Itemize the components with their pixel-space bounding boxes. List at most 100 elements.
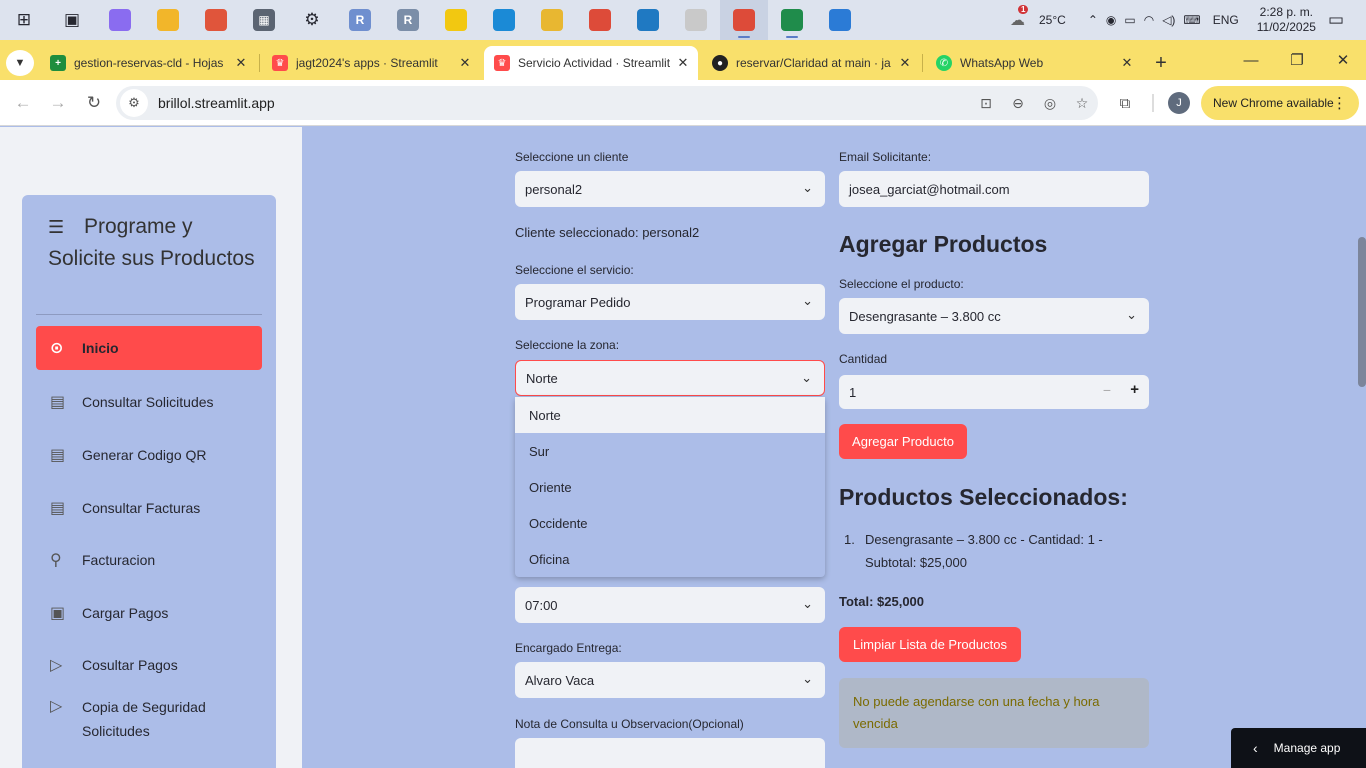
calendar-icon: ▤ — [50, 447, 66, 464]
zona-option-sur[interactable]: Sur — [515, 433, 825, 469]
sidebar-item-consultar-facturas[interactable]: ▤ Consultar Facturas — [36, 486, 262, 530]
taskbar-excel[interactable] — [768, 0, 816, 40]
tab-4[interactable]: ✆ WhatsApp Web ✕ — [926, 46, 1142, 80]
weather-badge: 1 — [1018, 5, 1029, 14]
zona-option-norte[interactable]: Norte — [515, 397, 825, 433]
taskbar-chrome-profile[interactable] — [720, 0, 768, 40]
new-tab-button[interactable]: + — [1146, 46, 1176, 80]
play-icon: ▷ — [50, 698, 63, 715]
language-indicator[interactable]: ENG — [1213, 13, 1239, 27]
taskbar-power-bi[interactable] — [432, 0, 480, 40]
taskbar-remote-desktop[interactable] — [816, 0, 864, 40]
address-bar[interactable]: ⚙ brillol.streamlit.app ⊡ ⊖ ◎ ☆ — [116, 86, 1098, 120]
profile-button[interactable]: J — [1166, 88, 1192, 118]
manage-app-button[interactable]: ‹ Manage app — [1231, 728, 1366, 768]
close-icon[interactable]: ✕ — [232, 55, 250, 71]
forward-button[interactable]: → — [43, 88, 73, 118]
encargado-select[interactable]: Alvaro Vaca ⌄ — [515, 662, 825, 698]
sidebar-item-facturacion[interactable]: ⚲ Facturacion — [36, 538, 262, 582]
zoom-icon[interactable]: ⊖ — [1002, 95, 1034, 112]
tab-search-button[interactable]: ▼ — [6, 50, 34, 76]
camera-icon[interactable]: ◉ — [1106, 13, 1116, 27]
sidebar-item-label: Cosultar Pagos — [82, 657, 178, 673]
limpiar-lista-button[interactable]: Limpiar Lista de Productos — [839, 627, 1021, 662]
taskbar-rstudio[interactable]: R — [384, 0, 432, 40]
zona-option-occidente[interactable]: Occidente — [515, 505, 825, 541]
arrow-right-icon: → — [49, 93, 67, 112]
volume-icon[interactable]: ◁) — [1162, 13, 1175, 27]
taskbar-clock-app[interactable] — [672, 0, 720, 40]
sidebar-title: ☰ Programe y Solicite sus Productos — [48, 211, 258, 275]
taskbar-edge[interactable] — [480, 0, 528, 40]
streamlit-icon: ♛ — [494, 55, 510, 71]
tab-1[interactable]: ♛ jagt2024's apps · Streamlit ✕ — [262, 46, 480, 80]
tab-3[interactable]: ● reservar/Claridad at main · ja ✕ — [702, 46, 920, 80]
bookmark-star-icon[interactable]: ☆ — [1066, 95, 1098, 112]
zona-option-oriente[interactable]: Oriente — [515, 469, 825, 505]
sidebar-item-label: Cargar Pagos — [82, 605, 169, 621]
taskbar-calculator[interactable]: ▦ — [240, 0, 288, 40]
close-icon[interactable]: ✕ — [456, 55, 474, 71]
minimize-button[interactable]: — — [1228, 40, 1274, 80]
taskbar-windows-start[interactable]: ⊞ — [0, 0, 48, 40]
more-vert-icon[interactable]: ⋮ — [1332, 94, 1347, 112]
chevron-up-icon[interactable]: ⌃ — [1088, 13, 1098, 27]
sidebar-item-label: Inicio — [82, 340, 119, 356]
taskbar-paint[interactable] — [192, 0, 240, 40]
tab-0[interactable]: + gestion-reservas-cld - Hojas ✕ — [40, 46, 256, 80]
url-text[interactable]: brillol.streamlit.app — [158, 95, 970, 111]
sidebar-item-generar-codigo-qr[interactable]: ▤ Generar Codigo QR — [36, 433, 262, 477]
taskbar-file-explorer[interactable] — [144, 0, 192, 40]
selected-item-index: 1. — [844, 532, 855, 547]
sidebar-item-cargar-pagos[interactable]: ▣ Cargar Pagos — [36, 591, 262, 635]
taskbar-task-view[interactable]: ▣ — [48, 0, 96, 40]
taskbar-r-app[interactable]: R — [336, 0, 384, 40]
weather-icon[interactable]: ☁ 1 — [1010, 5, 1029, 29]
reload-button[interactable]: ↻ — [79, 88, 109, 118]
clock[interactable]: 2:28 p. m. 11/02/2025 — [1257, 5, 1316, 35]
tab-separator — [259, 54, 260, 72]
battery-icon[interactable]: ▭ — [1124, 13, 1135, 27]
restore-button[interactable]: ❐ — [1274, 40, 1320, 80]
zona-select[interactable]: Norte ⌄ — [515, 360, 825, 396]
taskbar-copilot[interactable] — [96, 0, 144, 40]
page-scrollbar[interactable] — [1358, 237, 1366, 387]
agregar-producto-button[interactable]: Agregar Producto — [839, 424, 967, 459]
tab-2-active[interactable]: ♛ Servicio Actividad · Streamlit ✕ — [484, 46, 698, 80]
nota-textarea[interactable] — [515, 738, 825, 768]
email-value: josea_garciat@hotmail.com — [849, 181, 1010, 197]
zona-option-oficina[interactable]: Oficina — [515, 541, 825, 577]
taskbar-vs-code[interactable] — [624, 0, 672, 40]
close-icon[interactable]: ✕ — [896, 55, 914, 71]
plus-icon[interactable]: + — [1130, 381, 1139, 398]
notifications-icon[interactable]: ▭ — [1328, 10, 1344, 30]
minus-icon[interactable]: − — [1103, 382, 1111, 398]
keyboard-icon[interactable]: ⌨ — [1183, 13, 1200, 27]
sidebar-item-copia-de-seguridad-solicitudes[interactable]: ▷ Copia de Seguridad Solicitudes — [36, 695, 262, 751]
sidebar-item-inicio[interactable]: ⊙ Inicio — [36, 326, 262, 370]
taskbar-chrome[interactable] — [576, 0, 624, 40]
close-icon[interactable]: ✕ — [1118, 55, 1136, 71]
taskbar-python-tool[interactable] — [528, 0, 576, 40]
hora-select[interactable]: 07:00 ⌄ — [515, 587, 825, 623]
cantidad-stepper[interactable]: 1 − + — [839, 375, 1149, 409]
producto-select[interactable]: Desengrasante – 3.800 cc ⌄ — [839, 298, 1149, 334]
back-button[interactable]: ← — [8, 88, 38, 118]
extensions-button[interactable]: ⧉ — [1110, 88, 1140, 118]
eye-off-icon[interactable]: ◎ — [1034, 95, 1066, 112]
email-input[interactable]: josea_garciat@hotmail.com — [839, 171, 1149, 207]
update-chrome-button[interactable]: New Chrome available ⋮ — [1201, 86, 1359, 120]
install-app-icon[interactable]: ⊡ — [970, 95, 1002, 112]
clock-date: 11/02/2025 — [1256, 20, 1316, 34]
servicio-select[interactable]: Programar Pedido ⌄ — [515, 284, 825, 320]
close-icon[interactable]: ✕ — [674, 55, 692, 71]
close-window-button[interactable]: ✕ — [1320, 40, 1366, 80]
puzzle-icon: ⧉ — [1119, 94, 1131, 112]
taskbar-settings[interactable]: ⚙ — [288, 0, 336, 40]
sidebar-item-consultar-solicitudes[interactable]: ▤ Consultar Solicitudes — [36, 380, 262, 424]
cliente-select[interactable]: personal2 ⌄ — [515, 171, 825, 207]
temperature[interactable]: 25°C — [1039, 13, 1066, 27]
sidebar-item-cosultar-pagos[interactable]: ▷ Cosultar Pagos — [36, 643, 262, 687]
wifi-icon[interactable]: ◠ — [1144, 13, 1154, 27]
site-info-icon[interactable]: ⚙ — [120, 89, 148, 117]
